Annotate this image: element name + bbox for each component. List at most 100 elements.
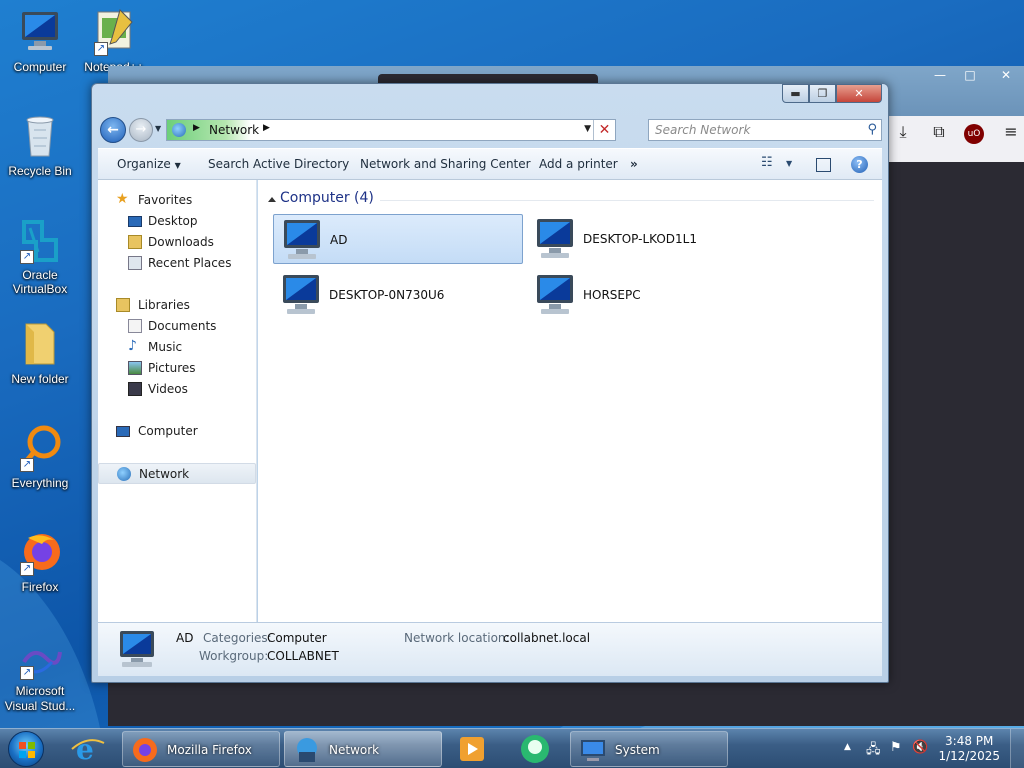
network-sharing-center-button[interactable]: Network and Sharing Center [360, 157, 531, 171]
address-bar[interactable]: ▶ Network ▶ ▼ ✕ [166, 119, 616, 141]
nav-pictures[interactable]: Pictures [98, 358, 256, 378]
nav-videos[interactable]: Videos [98, 379, 256, 399]
menu-icon[interactable]: ≡ [1000, 122, 1022, 144]
computer-item-desktop-0n730u6[interactable]: DESKTOP-0N730U6 [273, 270, 523, 320]
desktop-icon-label: New folder [11, 372, 69, 386]
computer-icon [277, 273, 325, 317]
clock[interactable]: 3:48 PM 1/12/2025 [938, 734, 1000, 764]
collapse-arrow-icon[interactable] [268, 197, 276, 202]
recent-pages-dropdown[interactable]: ▼ [155, 124, 161, 133]
help-icon[interactable]: ? [851, 156, 868, 173]
search-active-directory-button[interactable]: Search Active Directory [208, 157, 349, 171]
organize-button[interactable]: Organize ▼ [117, 157, 181, 171]
minimize-button[interactable]: ▬ [782, 84, 809, 103]
details-categories-label: Categories: [203, 631, 272, 645]
chevron-right-icon[interactable]: ▶ [263, 123, 270, 133]
close-button[interactable]: ✕ [836, 84, 882, 103]
desktop-icon-label: Firefox [21, 580, 59, 594]
network-icon [172, 123, 186, 137]
maximize-button[interactable]: ❐ [809, 84, 836, 103]
system-tray: ▲ 🖧 ⚑ 🔇 3:48 PM 1/12/2025 [834, 729, 1024, 768]
ublock-icon[interactable]: uO [964, 124, 984, 144]
item-label: DESKTOP-0N730U6 [329, 288, 445, 302]
nav-favorites[interactable]: ★ Favorites [98, 190, 256, 210]
address-dropdown-icon[interactable]: ▼ [584, 124, 591, 134]
system-icon [579, 736, 607, 764]
windows-logo-icon [19, 742, 35, 758]
volume-muted-icon[interactable]: 🔇 [912, 740, 928, 755]
nav-network[interactable]: Network [98, 463, 256, 484]
taskbar-ie[interactable]: e [66, 731, 108, 767]
desktop-icon-everything[interactable]: ↗ Everything [0, 424, 80, 490]
chevron-right-icon[interactable]: ▶ [193, 123, 200, 133]
search-icon[interactable]: ⚲ [867, 122, 877, 137]
preview-pane-icon[interactable] [816, 158, 831, 172]
item-label: HORSEPC [583, 288, 641, 302]
computer-item-horsepc[interactable]: HORSEPC [527, 270, 777, 320]
add-printer-button[interactable]: Add a printer [539, 157, 618, 171]
chevron-down-icon[interactable]: ▼ [786, 159, 792, 168]
taskbar-system[interactable]: System [570, 731, 728, 767]
notepadpp-icon: ↗ [90, 8, 138, 56]
desktop-icon-recycle-bin[interactable]: Recycle Bin [0, 112, 80, 178]
firefox-minimize-button[interactable]: — [926, 68, 954, 86]
view-options-icon[interactable]: ☷ [761, 155, 773, 170]
search-input[interactable]: Search Network ⚲ [648, 119, 882, 141]
nav-recent-places[interactable]: Recent Places [98, 253, 256, 273]
visual-studio-icon: ↗ [16, 644, 64, 680]
desktop-icon-notepadpp[interactable]: ↗ Notepad++ [76, 8, 152, 74]
extensions-icon[interactable]: ⧉ [928, 122, 950, 144]
desktop-icon-computer[interactable]: Computer [0, 8, 80, 74]
nav-documents[interactable]: Documents [98, 316, 256, 336]
stop-icon[interactable]: ✕ [593, 120, 615, 140]
firefox-icon [131, 736, 159, 764]
action-center-flag-icon[interactable]: ⚑ [890, 740, 902, 755]
explorer-window[interactable]: ▬ ❐ ✕ ← → ▼ ▶ Network ▶ ▼ ✕ Search Netwo… [91, 83, 889, 683]
download-icon[interactable]: ⤓ [892, 122, 914, 144]
taskbar-firefox[interactable]: Mozilla Firefox [122, 731, 280, 767]
nav-libraries[interactable]: Libraries [98, 295, 256, 315]
computer-icon [278, 218, 326, 262]
taskbar-network[interactable]: Network [284, 731, 442, 767]
breadcrumb-network[interactable]: Network [209, 123, 259, 137]
taskbar-label: Mozilla Firefox [167, 743, 252, 757]
desktop-icon-visual-studio[interactable]: ↗ Microsoft Visual Stud... [0, 644, 82, 714]
computer-icon [116, 629, 160, 671]
group-divider [380, 200, 874, 201]
computer-icon [16, 8, 64, 56]
network-tray-icon[interactable]: 🖧 [866, 740, 881, 762]
forward-button[interactable]: → [129, 118, 153, 142]
show-hidden-icons-button[interactable]: ▲ [844, 742, 851, 752]
taskbar-chat[interactable] [514, 731, 556, 767]
navigation-pane: ★ Favorites Desktop Downloads Recent Pla… [98, 180, 257, 622]
nav-label: Documents [148, 319, 217, 333]
firefox-close-button[interactable]: ✕ [992, 68, 1020, 86]
taskbar-label: System [615, 743, 660, 757]
taskbar-media-player[interactable] [452, 731, 494, 767]
nav-computer[interactable]: Computer [98, 421, 256, 441]
nav-downloads[interactable]: Downloads [98, 232, 256, 252]
start-button[interactable] [8, 731, 44, 767]
item-label: DESKTOP-LKOD1L1 [583, 232, 697, 246]
clock-date: 1/12/2025 [938, 749, 1000, 763]
desktop-icon-new-folder[interactable]: New folder [0, 320, 80, 386]
back-button[interactable]: ← [100, 117, 126, 143]
nav-music[interactable]: ♪ Music [98, 337, 256, 357]
recent-places-icon [128, 256, 142, 270]
nav-label: Libraries [138, 298, 190, 312]
more-commands-button[interactable]: » [630, 157, 638, 171]
computer-item-ad[interactable]: AD [273, 214, 523, 264]
recycle-bin-icon [16, 112, 64, 160]
nav-desktop[interactable]: Desktop [98, 211, 256, 231]
folder-icon [16, 320, 64, 368]
details-pane: AD Categories: Computer Workgroup: COLLA… [98, 622, 882, 676]
desktop-icon [128, 216, 142, 227]
desktop-icon-firefox[interactable]: ↗ Firefox [0, 528, 80, 594]
details-categories-value: Computer [267, 631, 327, 645]
group-header[interactable]: Computer (4) [280, 190, 374, 206]
computer-item-desktop-lkod1l1[interactable]: DESKTOP-LKOD1L1 [527, 214, 777, 264]
search-placeholder: Search Network [655, 123, 751, 137]
show-desktop-button[interactable] [1010, 729, 1024, 768]
firefox-maximize-button[interactable]: □ [956, 68, 984, 86]
desktop-icon-virtualbox[interactable]: ↗ Oracle VirtualBox [0, 216, 80, 296]
